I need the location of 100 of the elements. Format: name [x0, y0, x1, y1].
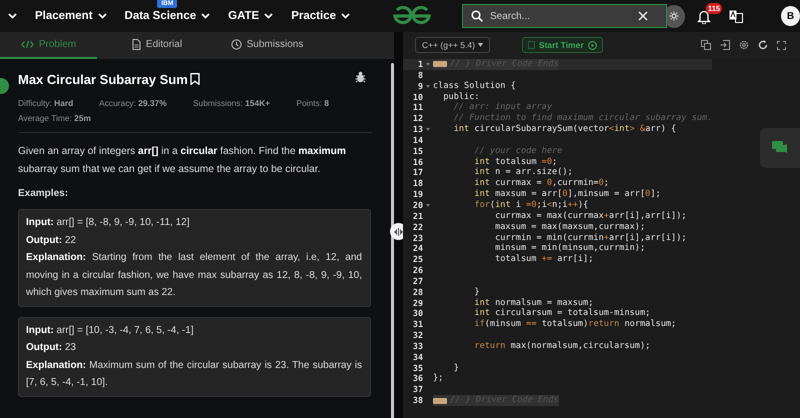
example-text: Explanation: Maximum sum of the circular subarray is 23. The subarray is [7, 6, 5, -4, -1, 10]. — [26, 358, 362, 390]
folded-code-marker[interactable] — [433, 398, 447, 404]
chat-button[interactable] — [760, 128, 800, 168]
start-timer-button[interactable]: Start Timer — [522, 37, 603, 53]
line-number: 30 — [412, 308, 423, 320]
problem-stat: Difficulty: Hard — [18, 98, 74, 108]
code-line: return max(normalsum,circularsum); — [473, 340, 650, 352]
line-number: 33 — [412, 340, 423, 352]
code-line: minsum = min(minsum,currmin); — [494, 243, 646, 254]
search-icon — [471, 10, 483, 22]
line-number: 36 — [412, 373, 423, 384]
line-number: 15 — [412, 146, 423, 157]
chevron-down-icon — [341, 13, 350, 19]
line-number: 10 — [412, 92, 423, 102]
chat-icon — [772, 141, 788, 155]
line-number: 25 — [412, 254, 423, 266]
line-number: 29 — [412, 298, 423, 308]
line-number: 1 — [416, 59, 423, 70]
code-line: }; — [433, 373, 444, 384]
fold-arrow-icon[interactable] — [426, 128, 430, 131]
line-number: 8 — [416, 70, 423, 81]
play-icon — [588, 40, 597, 50]
example-text: Input: arr[] = [10, -3, -4, 7, 6, 5, -4, -1] — [26, 324, 195, 338]
line-number: 24 — [412, 243, 423, 254]
code-line: } — [452, 362, 459, 374]
folded-code-marker[interactable] — [433, 61, 447, 68]
example-text: Input: arr[] = [8, -8, 9, -9, 10, -11, 12] — [26, 216, 190, 230]
problem-stat: Submissions: 154K+ — [192, 98, 270, 108]
reset-icon[interactable] — [758, 40, 768, 50]
problem-stat: Average Time: 25m — [18, 113, 91, 123]
bookmark-icon[interactable] — [190, 73, 200, 85]
square-icon — [528, 41, 535, 49]
code-line: int maxsum = arr[0],minsum = arr[0]; — [473, 189, 661, 200]
line-number: 16 — [412, 156, 423, 168]
line-number: 26 — [412, 265, 423, 276]
line-number: 38 — [412, 395, 423, 406]
line-number: 17 — [412, 167, 423, 178]
fold-arrow-icon[interactable] — [426, 204, 430, 207]
line-number: 21 — [412, 210, 423, 222]
tab[interactable]: Editorial — [97, 32, 217, 59]
sun-icon — [669, 11, 680, 21]
avatar[interactable]: B — [780, 6, 800, 26]
resize-arrows-icon — [393, 228, 404, 236]
example-text: Output: 22 — [26, 234, 77, 248]
import-icon[interactable] — [720, 40, 730, 50]
line-number: 37 — [412, 384, 423, 396]
code-line: int circularsum = totalsum-minsum; — [473, 308, 650, 319]
problem-stat: Points: 8 — [296, 98, 329, 108]
chevron-down-icon — [98, 13, 107, 19]
sidebar-toggle-button[interactable] — [0, 78, 9, 94]
example-text: Output: 23 — [26, 341, 77, 355]
line-number: 13 — [412, 124, 423, 135]
fullscreen-icon[interactable] — [777, 40, 786, 50]
language-dropdown[interactable]: C++ (g++ 5.4) — [415, 37, 490, 53]
line-number: 32 — [412, 330, 423, 341]
close-icon[interactable] — [638, 11, 648, 21]
code-icon — [20, 40, 34, 49]
code-line: currmax = max(currmax+arr[i],arr[i]); — [494, 210, 687, 222]
code-line: // arr: input array — [452, 102, 552, 114]
example-text: Explanation: Starting from the last element of the array, i.e, 12, and moving in a circular fashion, we have max subarray as 12, 8, -8, 9, -9, 10, which gives maximum sum as 22. — [26, 251, 362, 300]
code-line: int totalsum =0; — [473, 156, 558, 168]
line-number: 28 — [412, 286, 423, 298]
code-line: // your code here — [473, 146, 562, 157]
search-field[interactable]: Search... — [462, 4, 667, 28]
nav-menu-link[interactable]: Placement — [35, 0, 107, 32]
code-line: // Function to find maximum circular subarray sum. — [452, 113, 712, 124]
code-line: int circularSubarraySum(vector<int> &arr) { — [452, 124, 676, 135]
scrollbar[interactable] — [391, 63, 394, 418]
code-line: totalsum += arr[i]; — [494, 254, 594, 266]
code-line: int n = arr.size(); — [473, 167, 573, 178]
code-line: int currmax = 0,currmin=0; — [473, 178, 609, 190]
tab[interactable]: Problem — [0, 32, 97, 59]
settings-icon[interactable] — [739, 40, 749, 50]
line-number: 20 — [412, 200, 423, 211]
nav-menu-link[interactable]: GATE — [228, 0, 274, 32]
chevron-down-icon — [201, 13, 210, 19]
fold-arrow-icon[interactable] — [426, 84, 430, 88]
clock-icon — [230, 39, 242, 50]
chevron-down-icon — [8, 13, 17, 19]
translate-icon[interactable] — [728, 10, 743, 22]
code-line: maxsum = max(maxsum,currmax); — [494, 222, 646, 232]
copy-icon[interactable] — [701, 40, 711, 50]
line-number: 18 — [412, 178, 423, 190]
fold-arrow-icon[interactable] — [426, 62, 430, 66]
code-line: class Solution { — [433, 80, 516, 92]
tab[interactable]: Submissions — [217, 32, 317, 59]
line-number: 34 — [412, 352, 423, 363]
line-number: 14 — [412, 134, 423, 146]
caret-icon — [478, 43, 483, 47]
examples-heading: Examples: — [18, 188, 70, 199]
code-line: if(minsum == totalsum)return normalsum; — [473, 319, 676, 330]
nav-menu-link[interactable]: Practice — [291, 0, 350, 32]
bug-icon[interactable] — [355, 71, 366, 83]
line-number: 9 — [416, 80, 423, 92]
code-line: for(int i =0;i<n;i++){ — [473, 200, 588, 211]
code-line: int normalsum = maxsum; — [473, 298, 594, 308]
logo[interactable] — [392, 6, 432, 26]
line-number: 19 — [412, 189, 423, 200]
code-line: public: — [442, 92, 480, 102]
line-number: 31 — [412, 319, 423, 330]
